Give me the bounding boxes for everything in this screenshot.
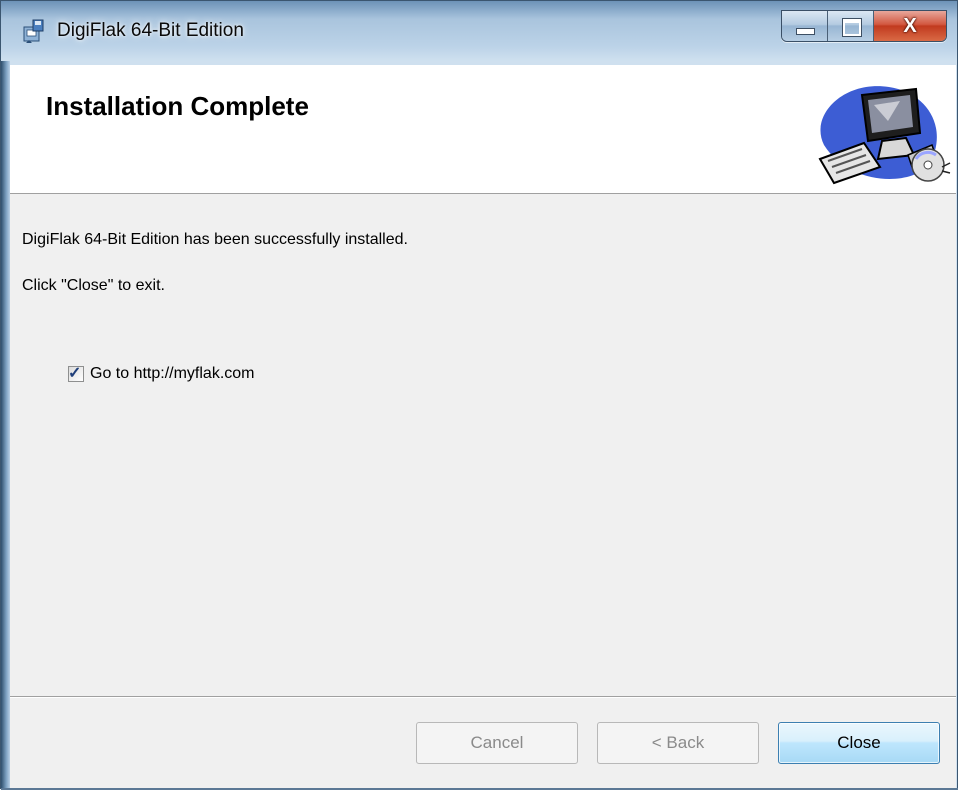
exit-instruction: Click "Close" to exit.	[22, 277, 165, 294]
maximize-icon	[842, 18, 862, 37]
open-website-checkbox[interactable]: ✓	[68, 365, 84, 382]
maximize-button[interactable]	[828, 11, 874, 41]
installer-app-icon	[23, 19, 44, 43]
dialog-body: DigiFlak 64-Bit Edition has been success…	[10, 194, 956, 696]
window-frame-left	[1, 61, 10, 789]
dialog-footer: Cancel < Back Close	[10, 696, 956, 790]
back-button[interactable]: < Back	[597, 722, 759, 764]
caption-buttons: X	[781, 10, 947, 42]
installer-window: DigiFlak 64-Bit Edition X Installation C…	[0, 0, 958, 790]
close-window-button[interactable]: X	[874, 11, 946, 41]
minimize-icon	[796, 28, 815, 35]
cancel-button[interactable]: Cancel	[416, 722, 578, 764]
close-button[interactable]: Close	[778, 722, 940, 764]
minimize-button[interactable]	[782, 11, 828, 41]
computer-with-cd-icon	[818, 86, 951, 185]
close-icon: X	[903, 15, 917, 37]
window-title: DigiFlak 64-Bit Edition	[57, 20, 244, 41]
dialog-header: Installation Complete	[10, 65, 956, 194]
success-message: DigiFlak 64-Bit Edition has been success…	[22, 231, 408, 248]
page-title: Installation Complete	[46, 91, 309, 121]
title-bar[interactable]: DigiFlak 64-Bit Edition X	[1, 1, 958, 61]
open-website-option[interactable]: ✓ Go to http://myflak.com	[68, 364, 255, 384]
open-website-label[interactable]: Go to http://myflak.com	[90, 365, 255, 383]
checkmark-icon: ✓	[68, 365, 82, 382]
